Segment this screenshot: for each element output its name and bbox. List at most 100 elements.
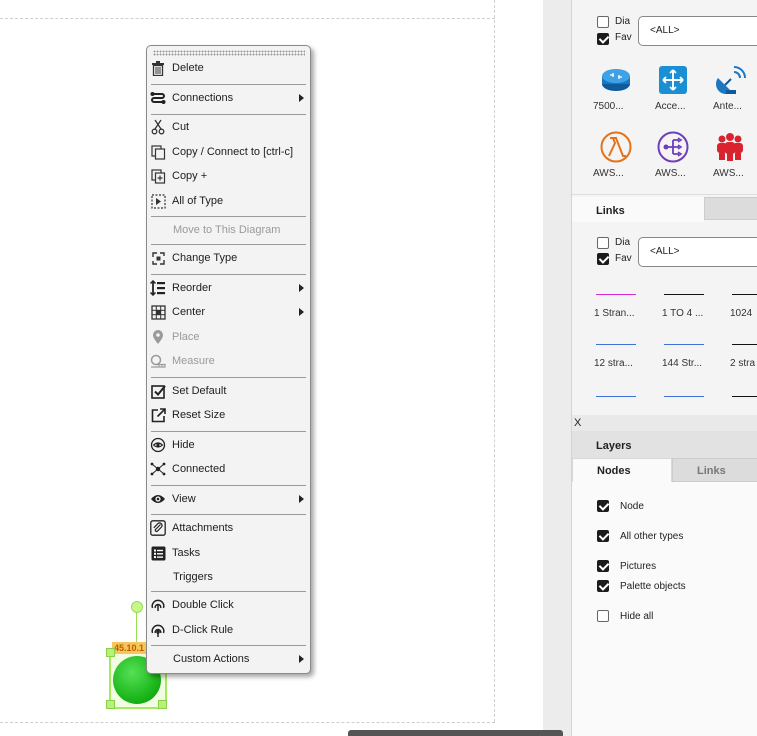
palette-filter-dia-checkbox[interactable] <box>597 16 609 28</box>
link-line-swatch <box>732 344 757 345</box>
palette-filter-fav-checkbox[interactable] <box>597 33 609 45</box>
menu-item-view[interactable]: View <box>147 488 310 510</box>
menu-item-label: All of Type <box>172 195 224 207</box>
palette-type-select[interactable]: <ALL> <box>638 16 757 46</box>
links-filter-fav-checkbox[interactable] <box>597 253 609 265</box>
menu-item-reset-size[interactable]: Reset Size <box>147 404 310 426</box>
antenna-dish-icon <box>713 63 747 97</box>
menu-item-label: Copy + <box>172 170 208 182</box>
all-of-type-icon <box>150 193 166 209</box>
connections-icon <box>150 90 166 106</box>
menu-item-attachments[interactable]: Attachments <box>147 517 310 539</box>
external-link-icon <box>150 407 166 423</box>
palette-item[interactable]: 7500... <box>593 63 637 119</box>
tab-nodes[interactable]: Nodes <box>572 458 672 482</box>
menu-item-label: Reorder <box>172 282 212 294</box>
palette-item[interactable]: AWS... <box>593 130 637 186</box>
resize-handle-nw[interactable] <box>106 648 115 657</box>
menu-item-label: Set Default <box>172 385 227 397</box>
palette-item[interactable]: AWS... <box>707 130 751 186</box>
menu-separator <box>151 114 306 115</box>
copy-plus-icon <box>150 168 166 184</box>
menu-separator <box>151 645 306 646</box>
menu-item-delete[interactable]: Delete <box>147 57 310 79</box>
menu-separator <box>151 485 306 486</box>
resize-handle-sw[interactable] <box>106 700 115 709</box>
menu-item-cut[interactable]: Cut <box>147 116 310 138</box>
link-line-swatch <box>732 294 757 295</box>
menu-separator <box>151 591 306 592</box>
rotate-handle[interactable] <box>131 601 143 613</box>
palette-item-caption: Acce... <box>655 101 686 112</box>
trash-icon <box>150 60 166 76</box>
aws-step-functions-icon <box>656 130 690 164</box>
layers-content: Node All other types Pictures Palette ob… <box>572 482 757 736</box>
link-type-item[interactable]: 1 Stran... <box>572 294 636 334</box>
submenu-arrow-icon <box>299 495 304 503</box>
menu-item-label: D-Click Rule <box>172 624 234 636</box>
menu-item-label: Connected <box>172 463 226 475</box>
menu-item-all-of-type[interactable]: All of Type <box>147 190 310 212</box>
menu-item-double-click[interactable]: Double Click <box>147 594 310 616</box>
section-divider <box>572 194 757 195</box>
menu-drag-grip[interactable] <box>153 50 305 56</box>
router-icon <box>599 63 633 97</box>
menu-item-copy-connect[interactable]: Copy / Connect to [ctrl-c] <box>147 141 310 163</box>
menu-item-copy-plus[interactable]: Copy + <box>147 165 310 187</box>
click-rule-icon <box>150 622 166 638</box>
links-filter-dia-checkbox[interactable] <box>597 237 609 249</box>
link-type-item[interactable]: 144 Str... <box>640 344 704 384</box>
links-tab-inactive[interactable] <box>704 197 757 220</box>
tab-links[interactable]: Links <box>672 458 757 482</box>
layer-checkbox-node[interactable] <box>597 500 609 512</box>
link-type-item[interactable]: 1024 <box>708 294 757 334</box>
tab-label: Links <box>697 465 726 477</box>
links-type-select[interactable]: <ALL> <box>638 237 757 267</box>
menu-separator <box>151 216 306 217</box>
layer-checkbox-pictures[interactable] <box>597 560 609 572</box>
link-type-item[interactable]: 1 TO 4 ... <box>640 294 704 334</box>
menu-item-label: Tasks <box>172 547 201 559</box>
menu-item-connected[interactable]: Connected <box>147 458 310 480</box>
link-type-item[interactable]: 2 stra <box>708 344 757 384</box>
menu-item-label: Attachments <box>172 522 234 534</box>
right-side-panel: Dia Fav <ALL> 7500... Acce... Ante... AW… <box>571 0 757 736</box>
menu-item-center[interactable]: Center <box>147 301 310 323</box>
menu-item-d-click-rule[interactable]: D-Click Rule <box>147 619 310 641</box>
close-x-icon[interactable]: X <box>574 417 581 429</box>
palette-item[interactable]: Ante... <box>707 63 751 119</box>
menu-item-triggers[interactable]: Triggers <box>147 566 310 588</box>
resize-handle-se[interactable] <box>158 700 167 709</box>
palette-item[interactable]: AWS... <box>650 130 694 186</box>
menu-item-custom-actions[interactable]: Custom Actions <box>147 648 310 670</box>
map-pin-icon <box>150 329 166 345</box>
palette-item-caption: AWS... <box>655 168 686 179</box>
layer-checkbox-palette-objects[interactable] <box>597 580 609 592</box>
menu-item-set-default[interactable]: Set Default <box>147 380 310 402</box>
link-line-swatch <box>664 396 704 397</box>
links-filter-dia-label: Dia <box>615 237 631 248</box>
menu-item-tasks[interactable]: Tasks <box>147 542 310 564</box>
menu-item-connections[interactable]: Connections <box>147 87 310 109</box>
layers-title: Layers <box>596 440 632 452</box>
page-border-top <box>0 18 495 19</box>
menu-item-reorder[interactable]: Reorder <box>147 277 310 299</box>
menu-item-hide[interactable]: Hide <box>147 434 310 456</box>
links-header: Links <box>572 197 704 222</box>
menu-item-change-type[interactable]: Change Type <box>147 247 310 269</box>
menu-item-label: Hide <box>172 439 195 451</box>
horizontal-scrollbar[interactable] <box>348 730 563 736</box>
menu-separator <box>151 84 306 85</box>
palette-item[interactable]: Acce... <box>650 63 694 119</box>
submenu-arrow-icon <box>299 94 304 102</box>
menu-item-label: Reset Size <box>172 409 226 421</box>
link-type-item[interactable]: 12 stra... <box>572 344 636 384</box>
layer-checkbox-all-other-types[interactable] <box>597 530 609 542</box>
palette-item-caption: AWS... <box>713 168 744 179</box>
change-type-icon <box>150 250 166 266</box>
aws-users-icon <box>713 130 747 164</box>
link-type-caption: 2 stra <box>730 358 756 369</box>
layer-checkbox-hide-all[interactable] <box>597 610 609 622</box>
aws-lambda-icon <box>599 130 633 164</box>
menu-separator <box>151 274 306 275</box>
